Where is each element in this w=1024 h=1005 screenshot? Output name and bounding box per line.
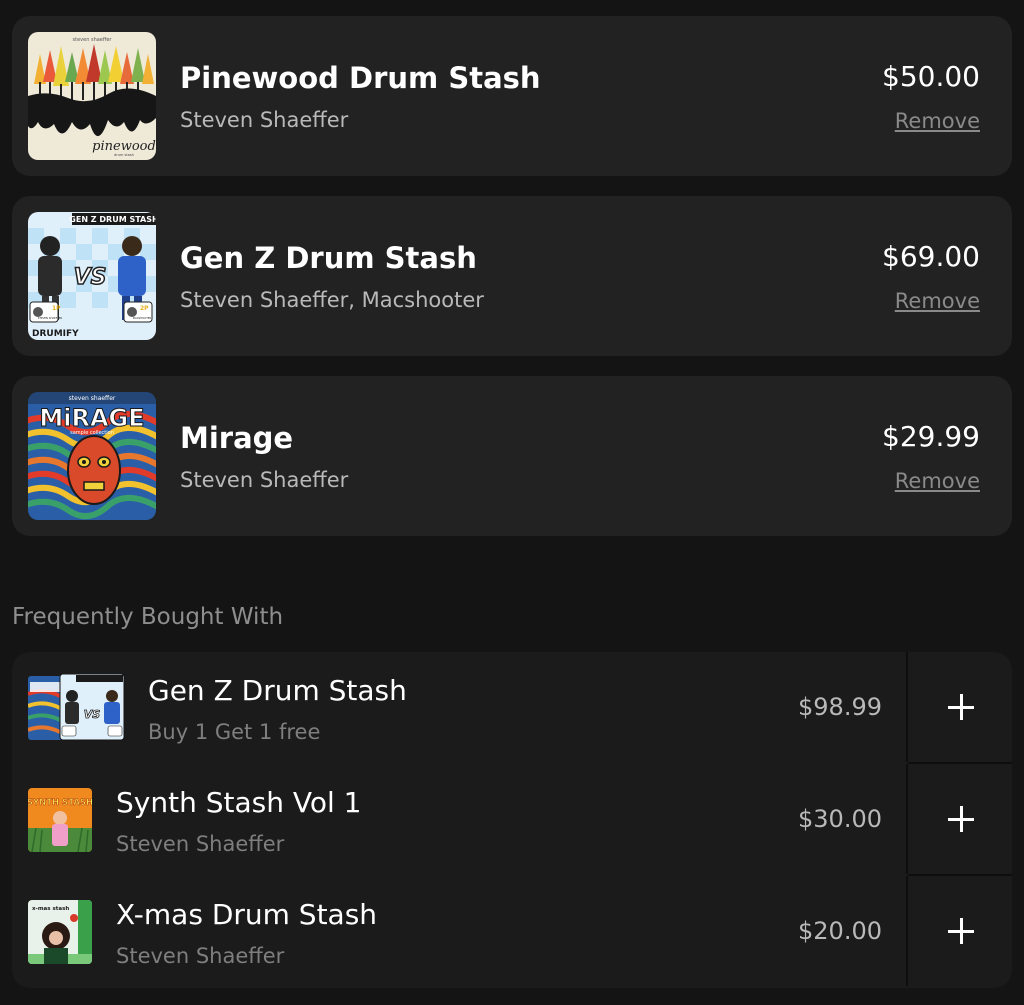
- frequently-bought-list: VS Gen Z Drum Stash Buy 1 Get 1 free $98…: [12, 652, 1012, 988]
- cart-item-artist: Steven Shaeffer: [180, 108, 349, 132]
- add-to-cart-button[interactable]: [906, 876, 1012, 986]
- cover-title-text: MiRAGE: [39, 404, 144, 432]
- mirage-cover-art: steven shaeffer MiRAGE sample collection: [28, 392, 156, 520]
- synth-stash-cover-art: SYNTH STASH: [28, 788, 92, 852]
- cart-item-artist: Steven Shaeffer, Macshooter: [180, 288, 484, 312]
- cover-player-one: 1P: [52, 305, 61, 312]
- cart-item-price: $69.00: [882, 240, 980, 273]
- list-item-title: Gen Z Drum Stash: [148, 674, 407, 707]
- cover-caption: steven shaeffer: [69, 395, 116, 402]
- cover-player-one-name: STEVEN SHAEFFER: [38, 316, 63, 320]
- cover-title-text: pinewood: [92, 139, 156, 154]
- cover-title-text: GEN Z DRUM STASH: [69, 215, 156, 224]
- xmas-stash-cover-art: x-mas stash: [28, 900, 92, 964]
- plus-icon-stem: [959, 918, 963, 944]
- cover-title-text: SYNTH STASH: [28, 798, 92, 808]
- cart-item-title: Gen Z Drum Stash: [180, 241, 477, 275]
- cover-sub-text: sample collection: [70, 430, 114, 436]
- cart-item: steven shaeffer pinewood drum stash Pine…: [12, 16, 1012, 176]
- cart-item-artist: Steven Shaeffer: [180, 468, 349, 492]
- plus-icon-stem: [959, 694, 963, 720]
- list-item-subtitle: Steven Shaeffer: [116, 832, 285, 856]
- list-item-title: Synth Stash Vol 1: [116, 786, 362, 819]
- cover-vs-text: VS: [74, 265, 107, 290]
- cart-item-price: $50.00: [882, 60, 980, 93]
- cart-item-title: Pinewood Drum Stash: [180, 61, 541, 95]
- cover-player-two: 2P: [140, 305, 149, 312]
- remove-button[interactable]: Remove: [895, 469, 980, 493]
- list-item-price: $20.00: [798, 917, 882, 945]
- mirage-cover-image: steven shaeffer MiRAGE sample collection: [28, 392, 156, 520]
- list-item-price: $98.99: [798, 693, 882, 721]
- cover-caption: steven shaeffer: [73, 37, 113, 43]
- xmas-stash-cover-image: x-mas stash: [28, 900, 92, 964]
- list-item-subtitle: Steven Shaeffer: [116, 944, 285, 968]
- remove-button[interactable]: Remove: [895, 109, 980, 133]
- synth-stash-cover-image: SYNTH STASH: [28, 788, 92, 852]
- cart-page: steven shaeffer pinewood drum stash Pine…: [0, 0, 1024, 1005]
- list-item: SYNTH STASH Synth Stash Vol 1 Steven Sha…: [12, 764, 1012, 876]
- cover-title-text: x-mas stash: [32, 906, 69, 912]
- frequently-bought-heading: Frequently Bought With: [12, 604, 284, 630]
- bundle-vs-text: VS: [84, 708, 101, 721]
- plus-icon-stem: [959, 806, 963, 832]
- cover-brand-text: DRUMIFY: [32, 329, 79, 339]
- cart-item-title: Mirage: [180, 421, 294, 455]
- cart-item: GEN Z DRUM STASH VS 1P STEVEN SHAEFFER 2…: [12, 196, 1012, 356]
- list-item: x-mas stash X-mas Drum Stash Steven Shae…: [12, 876, 1012, 988]
- list-item-price: $30.00: [798, 805, 882, 833]
- gen-z-cover-image: GEN Z DRUM STASH VS 1P STEVEN SHAEFFER 2…: [28, 212, 156, 340]
- list-item-title: X-mas Drum Stash: [116, 898, 378, 931]
- remove-button[interactable]: Remove: [895, 289, 980, 313]
- add-to-cart-button[interactable]: [906, 652, 1012, 762]
- list-item-subtitle: Buy 1 Get 1 free: [148, 720, 321, 744]
- bundle-cover-art: VS: [28, 674, 125, 741]
- add-to-cart-button[interactable]: [906, 764, 1012, 874]
- cart-item-price: $29.99: [882, 420, 980, 453]
- pinewood-cover-image: steven shaeffer pinewood drum stash: [28, 32, 156, 160]
- cover-small-text: drum stash: [114, 153, 134, 157]
- pinewood-cover-art: steven shaeffer pinewood drum stash: [28, 32, 156, 160]
- cart-item: steven shaeffer MiRAGE sample collection…: [12, 376, 1012, 536]
- bundle-cover-images: VS: [28, 674, 128, 742]
- gen-z-cover-art: GEN Z DRUM STASH VS 1P STEVEN SHAEFFER 2…: [28, 212, 156, 340]
- cover-player-two-name: MACSHOOTER: [133, 316, 152, 320]
- list-item: VS Gen Z Drum Stash Buy 1 Get 1 free $98…: [12, 652, 1012, 764]
